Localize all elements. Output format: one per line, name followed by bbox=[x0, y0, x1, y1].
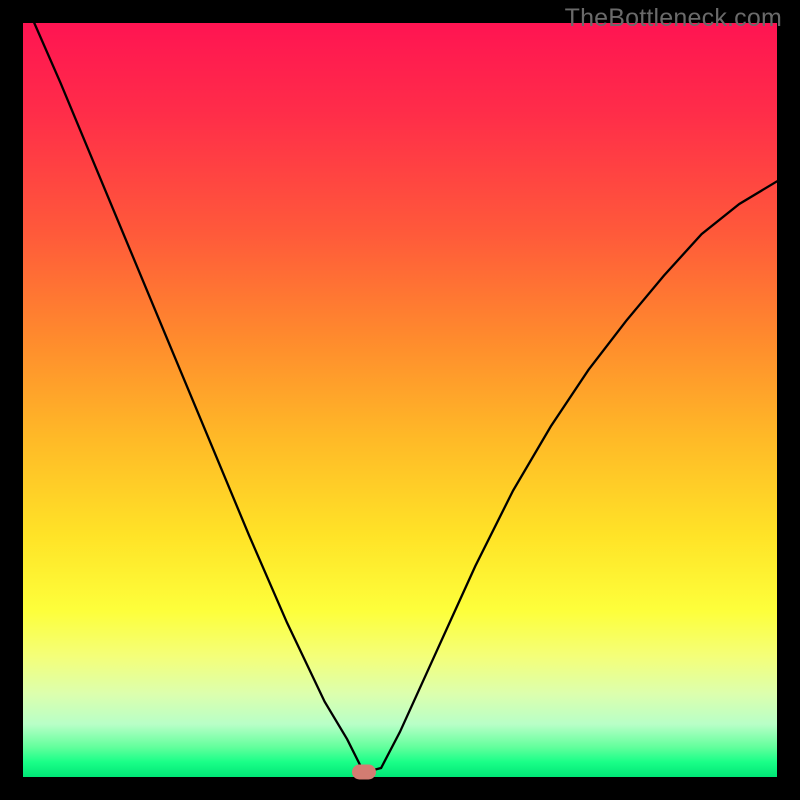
plot-area bbox=[23, 23, 777, 777]
curve-minimum-marker bbox=[352, 765, 376, 780]
watermark-text: TheBottleneck.com bbox=[565, 4, 782, 33]
bottleneck-curve bbox=[23, 23, 777, 777]
image-frame: TheBottleneck.com bbox=[0, 0, 800, 800]
